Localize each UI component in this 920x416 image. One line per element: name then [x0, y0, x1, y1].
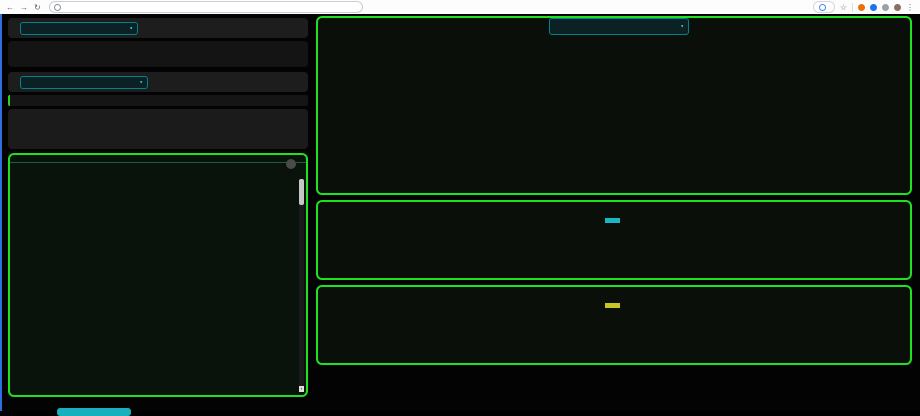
signal-table-header [10, 155, 306, 163]
menu-icon[interactable]: ⋮ [906, 3, 914, 12]
tools-bar: ▾ [8, 72, 308, 92]
window-edge [0, 14, 2, 411]
google-lens-chip[interactable] [813, 1, 835, 13]
partial-panel-fragment [57, 408, 131, 416]
refresh-icon[interactable]: ↻ [34, 1, 41, 14]
legend-swatch [605, 218, 620, 223]
dashboard-page: ▾ ▾ [0, 14, 920, 411]
extension-icon[interactable] [882, 4, 889, 11]
tools-select[interactable]: ▾ [20, 76, 148, 89]
chevron-down-icon: ▾ [129, 25, 133, 32]
realtime-chart-legend [318, 35, 910, 46]
chevron-down-icon: ▾ [680, 23, 684, 30]
extension-icon[interactable] [870, 4, 877, 11]
legend-swatch [605, 303, 620, 308]
table-scrollbar[interactable]: ▾ [299, 179, 304, 392]
help-icon[interactable] [286, 159, 296, 169]
site-info-icon[interactable] [54, 4, 61, 11]
scrollbar-down-arrow[interactable]: ▾ [299, 386, 304, 392]
bookmark-star-icon[interactable]: ☆ [840, 3, 847, 12]
activity-15min-panel [316, 200, 912, 280]
signal-table-body [10, 177, 298, 395]
profile-avatar[interactable] [894, 4, 901, 11]
activity-hourly-panel [316, 285, 912, 365]
activity-hourly-legend [318, 301, 910, 310]
back-icon[interactable]: ← [6, 1, 14, 14]
chevron-down-icon: ▾ [139, 79, 143, 86]
signal-table-panel: ▾ [8, 153, 308, 397]
extension-icon[interactable] [858, 4, 865, 11]
left-panel: ▾ ▾ [8, 18, 308, 397]
charts-column: ▾ [316, 16, 912, 370]
activity-15min-legend [318, 216, 910, 225]
forward-icon[interactable]: → [20, 1, 28, 14]
scrollbar-thumb[interactable] [299, 179, 304, 205]
mode-comment-bar [8, 95, 308, 106]
realtime-chart-panel: ▾ [316, 16, 912, 195]
time-range-select[interactable]: ▾ [549, 18, 689, 35]
layout-select[interactable]: ▾ [20, 22, 138, 35]
toolbar-actions: ☆ ⋮ [813, 1, 914, 13]
status-panel [8, 109, 308, 149]
browser-toolbar: ← → ↻ ☆ ⋮ [0, 0, 920, 15]
address-bar[interactable] [49, 1, 363, 13]
toolbar-divider [852, 3, 853, 12]
layout-bar: ▾ [8, 18, 308, 38]
lens-icon [819, 4, 826, 11]
stats-panel [8, 41, 308, 67]
